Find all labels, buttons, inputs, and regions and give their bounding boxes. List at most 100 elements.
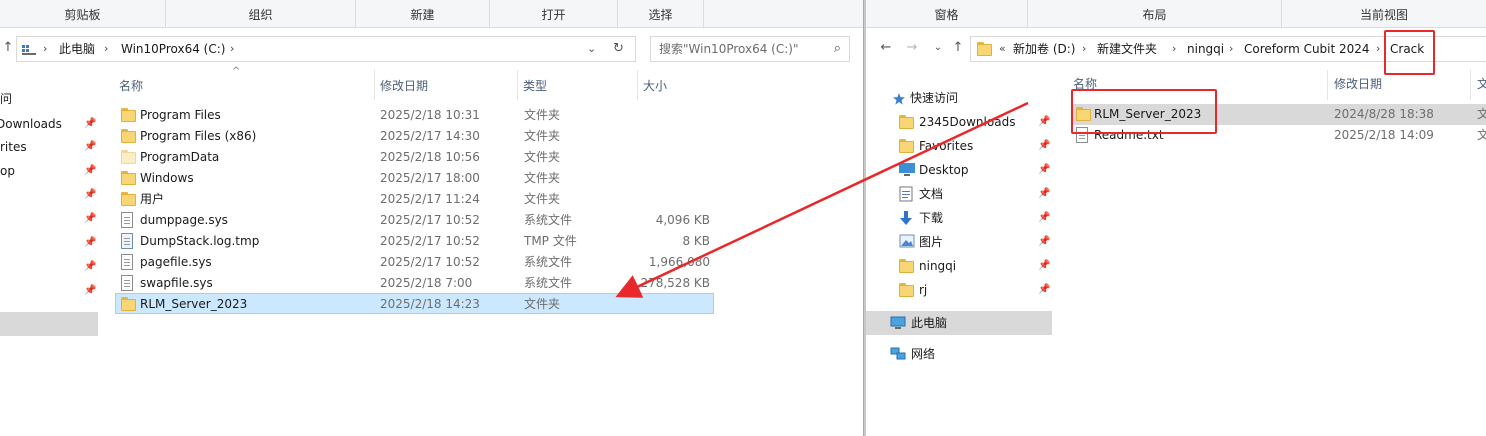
search-icon[interactable]: ⌕ (834, 37, 841, 61)
column-header-date[interactable]: 修改日期 (380, 74, 428, 98)
folder-icon (899, 139, 914, 153)
sidebar-item-this-pc-selected[interactable] (0, 312, 98, 336)
forward-arrow-icon[interactable]: → (904, 38, 920, 58)
breadcrumb-separator[interactable]: › (104, 37, 108, 61)
sidebar-item[interactable]: 下载 (919, 207, 943, 229)
file-row[interactable]: dumppage.sys 2025/2/17 10:52 系统文件 4,096 KB (116, 210, 714, 231)
navigation-bar: ← → ⌄ ↑ « 新加卷 (D:) › 新建文件夹 › ningqi › Co… (866, 28, 1486, 68)
column-divider[interactable] (517, 70, 518, 100)
file-date: 2025/2/17 14:30 (380, 129, 480, 143)
sidebar-item[interactable]: rj (919, 279, 927, 301)
sidebar-network[interactable]: 网络 (911, 343, 935, 365)
refresh-icon[interactable]: ↻ (613, 37, 624, 61)
folder-icon (121, 297, 136, 311)
address-bar[interactable]: « 新加卷 (D:) › 新建文件夹 › ningqi › Coreform C… (970, 36, 1486, 62)
sidebar-item-partial[interactable]: Downloads (0, 113, 62, 135)
file-row[interactable]: RLM_Server_2023 2025/2/18 14:23 文件夹 (115, 293, 714, 314)
sidebar-item[interactable]: 2345Downloads (919, 111, 1015, 133)
breadcrumb-separator[interactable]: › (1082, 37, 1086, 61)
sidebar-item[interactable]: Desktop (919, 159, 969, 181)
ribbon-group-panes[interactable]: 窗格 (866, 0, 1028, 28)
breadcrumb-separator[interactable]: › (1229, 37, 1233, 61)
sidebar-item-partial[interactable]: rites (0, 136, 27, 158)
ribbon-group-organize[interactable]: 组织 (166, 0, 356, 28)
sidebar-item[interactable]: Favorites (919, 135, 973, 157)
column-header-size[interactable]: 大小 (643, 74, 667, 98)
documents-icon (899, 186, 913, 205)
computer-icon (890, 316, 906, 329)
search-box[interactable]: 搜索"Win10Prox64 (C:)" ⌕ (650, 36, 850, 62)
ribbon-group-current-view[interactable]: 当前视图 (1282, 0, 1486, 28)
pin-icon[interactable]: 📌 (84, 232, 96, 254)
file-row[interactable]: 用户 2025/2/17 11:24 文件夹 (116, 189, 714, 210)
pin-icon[interactable]: 📌 (84, 113, 96, 135)
pin-icon[interactable]: 📌 (1038, 135, 1050, 157)
breadcrumb-this-pc[interactable]: 此电脑 (59, 37, 95, 61)
sidebar-item-partial[interactable]: 问 (0, 88, 12, 110)
sidebar-this-pc[interactable]: 此电脑 (911, 312, 947, 334)
chevron-down-icon[interactable]: ⌄ (587, 37, 596, 61)
pin-icon[interactable]: 📌 (1038, 207, 1050, 229)
pin-icon[interactable]: 📌 (84, 256, 96, 278)
sidebar-quick-access[interactable]: 快速访问 (910, 87, 958, 109)
pin-icon[interactable]: 📌 (1038, 231, 1050, 253)
breadcrumb-overflow[interactable]: « (999, 37, 1006, 61)
sidebar-item[interactable]: 图片 (919, 231, 943, 253)
breadcrumb-separator[interactable]: › (43, 37, 47, 61)
column-header-name[interactable]: 名称 (1073, 72, 1097, 96)
breadcrumb-new-folder[interactable]: 新建文件夹 (1097, 37, 1157, 61)
column-header-date[interactable]: 修改日期 (1334, 72, 1382, 96)
file-name: swapfile.sys (140, 276, 213, 290)
pin-icon[interactable]: 📌 (84, 136, 96, 158)
pin-icon[interactable]: 📌 (1038, 183, 1050, 205)
pin-icon[interactable]: 📌 (1038, 279, 1050, 301)
column-divider[interactable] (374, 70, 375, 100)
column-header-type[interactable]: 类型 (523, 74, 547, 98)
up-arrow-icon[interactable]: ↑ (0, 38, 16, 58)
up-arrow-icon[interactable]: ↑ (950, 38, 966, 58)
sidebar-item[interactable]: 文档 (919, 183, 943, 205)
file-row[interactable]: pagefile.sys 2025/2/17 10:52 系统文件 1,966,080 (116, 252, 714, 273)
file-row[interactable]: Program Files 2025/2/18 10:31 文件夹 (116, 105, 714, 126)
search-input[interactable]: 搜索"Win10Prox64 (C:)" (659, 37, 799, 61)
pin-icon[interactable]: 📌 (1038, 159, 1050, 181)
file-row[interactable]: Readme.txt 2025/2/18 14:09 文 (1072, 125, 1486, 146)
pin-icon[interactable]: 📌 (84, 280, 96, 302)
breadcrumb-drive-c[interactable]: Win10Prox64 (C:) (121, 37, 225, 61)
file-row[interactable]: DumpStack.log.tmp 2025/2/17 10:52 TMP 文件 8 … (116, 231, 714, 252)
column-divider[interactable] (1470, 70, 1471, 100)
ribbon-group-open[interactable]: 打开 (490, 0, 618, 28)
breadcrumb-crack[interactable]: Crack (1390, 37, 1424, 61)
recent-locations-chevron-icon[interactable]: ⌄ (930, 38, 946, 58)
column-header-name[interactable]: 名称 (119, 74, 143, 98)
ribbon-group-clipboard[interactable]: 剪贴板 (0, 0, 166, 28)
column-header-type[interactable]: 文 (1477, 72, 1486, 96)
pin-icon[interactable]: 📌 (84, 160, 96, 182)
breadcrumb-separator[interactable]: › (1376, 37, 1380, 61)
file-row[interactable]: RLM_Server_2023 2024/8/28 18:38 文 (1072, 104, 1486, 125)
pin-icon[interactable]: 📌 (84, 208, 96, 230)
ribbon-group-select[interactable]: 选择 (618, 0, 704, 28)
pin-icon[interactable]: 📌 (1038, 255, 1050, 277)
sidebar-item-partial[interactable]: op (0, 160, 15, 182)
sidebar-item[interactable]: ningqi (919, 255, 956, 277)
breadcrumb-ningqi[interactable]: ningqi (1187, 37, 1224, 61)
file-date: 2025/2/17 11:24 (380, 192, 480, 206)
back-arrow-icon[interactable]: ← (878, 38, 894, 58)
pin-icon[interactable]: 📌 (84, 184, 96, 206)
column-divider[interactable] (637, 70, 638, 100)
column-divider[interactable] (1327, 70, 1328, 100)
file-row[interactable]: swapfile.sys 2025/2/18 7:00 系统文件 278,528 KB (116, 273, 714, 294)
ribbon-group-new[interactable]: 新建 (356, 0, 490, 28)
breadcrumb-separator[interactable]: › (230, 37, 234, 61)
address-bar[interactable]: › 此电脑 › Win10Prox64 (C:) › ⌄ ↻ (16, 36, 636, 62)
breadcrumb-coreform-cubit[interactable]: Coreform Cubit 2024 (1244, 37, 1370, 61)
breadcrumb-drive-d[interactable]: 新加卷 (D:) (1013, 37, 1075, 61)
pin-icon[interactable]: 📌 (1038, 111, 1050, 133)
file-row[interactable]: Windows 2025/2/17 18:00 文件夹 (116, 168, 714, 189)
file-row[interactable]: Program Files (x86) 2025/2/17 14:30 文件夹 (116, 126, 714, 147)
breadcrumb-separator[interactable]: › (1172, 37, 1176, 61)
file-row[interactable]: ProgramData 2025/2/18 10:56 文件夹 (116, 147, 714, 168)
ribbon-groups: 剪贴板 组织 新建 打开 选择 (0, 0, 864, 28)
ribbon-group-layout[interactable]: 布局 (1028, 0, 1282, 28)
